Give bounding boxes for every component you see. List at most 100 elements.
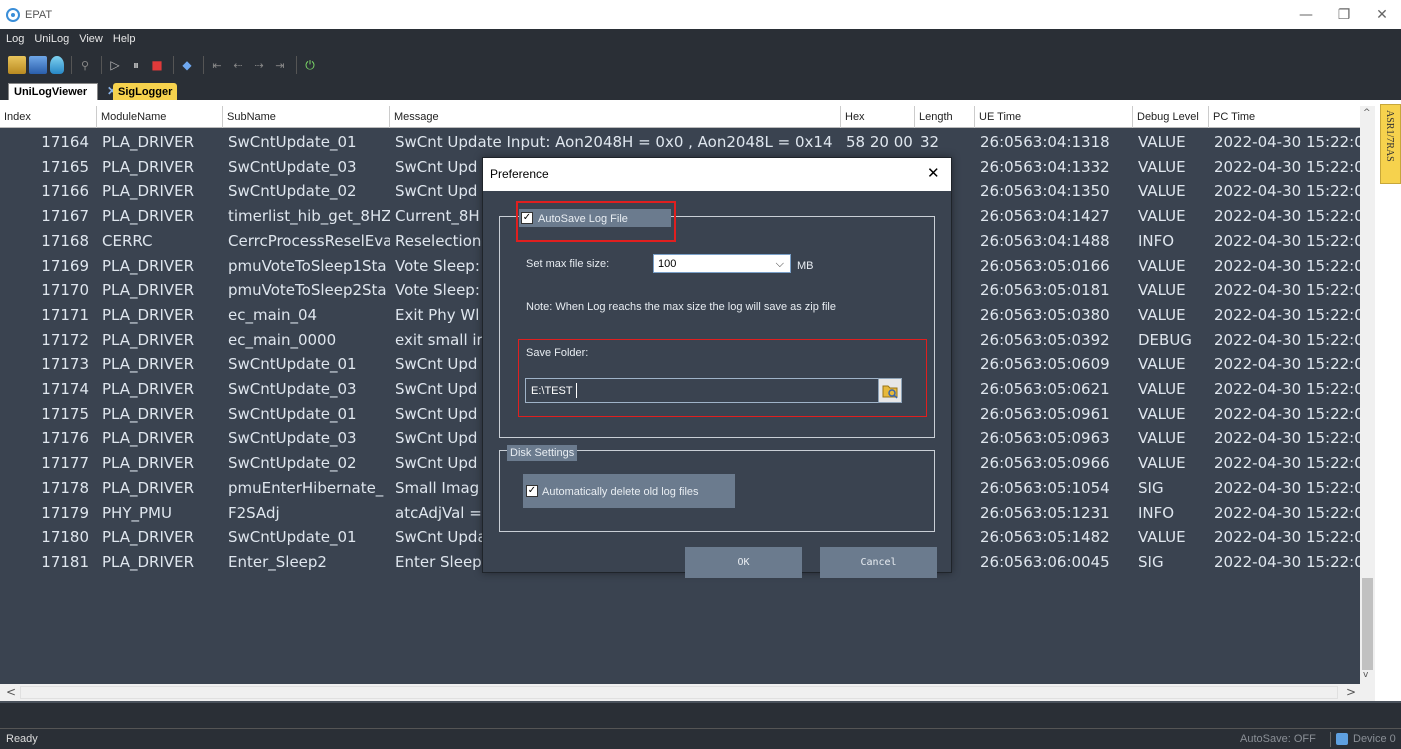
cell-level: VALUE (1138, 429, 1186, 448)
toolbar-separator (203, 56, 204, 74)
cell-level: INFO (1138, 503, 1175, 522)
cell-uetime: 26:0563:05:1054 (980, 478, 1110, 497)
cell-level: VALUE (1138, 182, 1186, 201)
cell-module: PLA_DRIVER (102, 182, 195, 201)
horizontal-scroll-track[interactable] (20, 686, 1338, 699)
scroll-up-arrow-icon[interactable]: ^ (1363, 108, 1371, 118)
menu-unilog[interactable]: UniLog (34, 33, 69, 45)
open-folder-icon (882, 385, 898, 399)
scroll-left-arrow-icon[interactable]: < (6, 685, 16, 699)
column-header-subname[interactable]: SubName (223, 106, 390, 128)
browse-folder-button[interactable] (878, 378, 902, 403)
cell-uetime: 26:0563:05:0966 (980, 454, 1110, 473)
save-icon[interactable] (29, 56, 47, 74)
cell-level: VALUE (1138, 380, 1186, 398)
column-header-message[interactable]: Message (390, 106, 841, 128)
back-icon[interactable]: ⇠ (229, 56, 247, 74)
column-header-pctime[interactable]: PC Time (1209, 106, 1360, 128)
maximize-button[interactable]: ❐ (1325, 0, 1363, 29)
disk-settings-label: Disk Settings (507, 445, 578, 461)
cell-module: PLA_DRIVER (102, 404, 195, 423)
scroll-right-arrow-icon[interactable]: > (1346, 685, 1356, 699)
toolbar-separator (173, 56, 174, 74)
cell-pctime: 2022-04-30 15:22:0 (1214, 528, 1360, 547)
database-icon[interactable] (50, 56, 64, 74)
first-icon[interactable]: ⇤ (208, 56, 226, 74)
scroll-down-arrow-icon[interactable]: v (1363, 670, 1368, 680)
cell-module: PLA_DRIVER (102, 207, 195, 226)
toolbar-separator (71, 56, 72, 74)
ok-button[interactable]: OK (685, 547, 802, 578)
cell-level: INFO (1138, 231, 1175, 250)
column-header-uetime[interactable]: UE Time (975, 106, 1133, 128)
last-icon[interactable]: ⇥ (271, 56, 289, 74)
cell-index: 17176 (41, 429, 89, 448)
cell-pctime: 2022-04-30 15:22:0 (1214, 429, 1360, 448)
auto-delete-checkbox[interactable]: ✓ (526, 485, 538, 497)
menu-view[interactable]: View (79, 33, 103, 45)
bottom-panel (0, 701, 1401, 728)
cell-index: 17179 (41, 503, 89, 522)
marker-icon[interactable]: ◆ (178, 56, 196, 74)
tab-siglogger[interactable]: SigLogger (113, 83, 178, 100)
max-size-select[interactable]: 100 ⌵ (653, 254, 791, 273)
cell-index: 17181 (41, 552, 89, 571)
cell-level: VALUE (1138, 305, 1186, 324)
minimize-button[interactable]: — (1287, 0, 1325, 29)
save-folder-input[interactable]: E:\TEST (525, 378, 878, 403)
filter-icon[interactable]: ⚲ (76, 56, 94, 74)
status-autosave-text: AutoSave: OFF (1240, 733, 1316, 745)
document-tabs: UniLogViewer ✕ SigLogger (0, 81, 1401, 100)
cell-uetime: 26:0563:04:1350 (980, 182, 1110, 201)
column-header-index[interactable]: Index (0, 106, 97, 128)
cell-pctime: 2022-04-30 15:22:0 (1214, 231, 1360, 250)
cell-sub: SwCntUpdate_01 (228, 404, 357, 423)
menu-help[interactable]: Help (113, 33, 136, 45)
window-titlebar: EPAT — ❐ ✕ (0, 0, 1401, 29)
cell-module: PLA_DRIVER (102, 355, 195, 374)
forward-icon[interactable]: ⇢ (250, 56, 268, 74)
dialog-close-button[interactable]: ✕ (927, 164, 940, 182)
cell-module: PLA_DRIVER (102, 157, 195, 176)
cancel-button[interactable]: Cancel (820, 547, 937, 578)
cell-module: PLA_DRIVER (102, 454, 195, 473)
cell-module: PLA_DRIVER (102, 133, 195, 151)
stop-icon[interactable]: ■ (148, 56, 166, 74)
cell-pctime: 2022-04-30 15:22:0 (1214, 330, 1360, 349)
cell-uetime: 26:0563:05:0961 (980, 404, 1110, 423)
cell-hex: 58 20 00 (846, 133, 913, 151)
table-row[interactable]: 17164 PLA_DRIVER SwCntUpdate_01 SwCnt Updat… (0, 130, 1360, 154)
chevron-down-icon[interactable]: ⌵ (776, 257, 784, 271)
connect-icon[interactable]: ⏻ (301, 56, 319, 74)
cell-uetime: 26:0563:06:0045 (980, 552, 1110, 571)
cell-sub: F2SAdj (228, 503, 280, 522)
zip-note: Note: When Log reachs the max size the l… (526, 301, 836, 313)
cell-level: VALUE (1138, 355, 1186, 374)
pause-icon[interactable]: ⏸ (127, 56, 145, 74)
cell-index: 17177 (41, 454, 89, 473)
cell-sub: pmuVoteToSleep2Sta (228, 281, 387, 300)
log-grid-header: Index ModuleName SubName Message Hex Len… (0, 106, 1375, 128)
status-ready-text: Ready (6, 733, 38, 745)
close-window-button[interactable]: ✕ (1363, 0, 1401, 29)
status-device-text: Device 0 (1353, 733, 1396, 745)
column-header-module[interactable]: ModuleName (97, 106, 223, 128)
cell-index: 17165 (41, 157, 89, 176)
column-header-hex[interactable]: Hex (841, 106, 915, 128)
cell-index: 17180 (41, 528, 89, 547)
open-folder-icon[interactable] (8, 56, 26, 74)
cell-index: 17174 (41, 380, 89, 398)
device-icon (1336, 733, 1348, 745)
cell-index: 17172 (41, 330, 89, 349)
max-size-label: Set max file size: (526, 258, 610, 270)
tab-unilogviewer[interactable]: UniLogViewer (8, 83, 98, 100)
menu-log[interactable]: Log (6, 33, 24, 45)
column-header-length[interactable]: Length (915, 106, 975, 128)
cell-pctime: 2022-04-30 15:22:0 (1214, 256, 1360, 275)
auto-delete-label[interactable]: Automatically delete old log files (542, 486, 699, 498)
dialog-title: Preference (490, 167, 549, 181)
cell-sub: timerlist_hib_get_8HZ (228, 207, 390, 226)
play-icon[interactable]: ▷ (106, 56, 124, 74)
column-header-debug-level[interactable]: Debug Level (1133, 106, 1209, 128)
vertical-scroll-thumb[interactable] (1362, 578, 1373, 670)
